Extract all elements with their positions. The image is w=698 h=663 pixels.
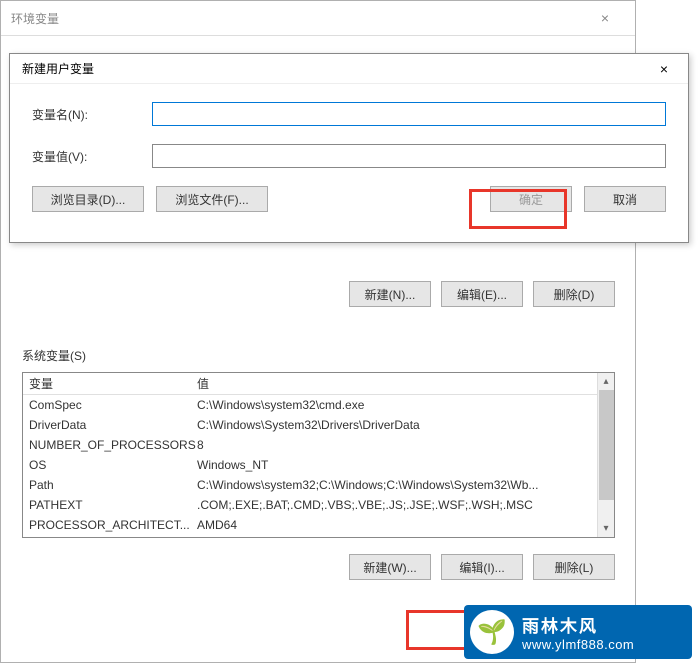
user-vars-buttons: 新建(N)... 编辑(E)... 删除(D) bbox=[22, 281, 615, 307]
var-value-input[interactable] bbox=[152, 144, 666, 168]
inner-titlebar: 新建用户变量 × bbox=[10, 54, 688, 84]
sys-edit-button[interactable]: 编辑(I)... bbox=[441, 554, 523, 580]
outer-title: 环境变量 bbox=[11, 10, 59, 27]
table-row[interactable]: ComSpecC:\Windows\system32\cmd.exe bbox=[23, 395, 597, 415]
system-vars-table: 变量 值 ComSpecC:\Windows\system32\cmd.exeD… bbox=[22, 372, 615, 538]
watermark-logo: 🌱 雨林木风 www.ylmf888.com bbox=[464, 605, 692, 659]
cell-val: C:\Windows\system32;C:\Windows;C:\Window… bbox=[191, 478, 597, 492]
table-row[interactable]: OSWindows_NT bbox=[23, 455, 597, 475]
cell-var: ComSpec bbox=[23, 398, 191, 412]
var-name-label: 变量名(N): bbox=[32, 106, 152, 123]
cell-val: .COM;.EXE;.BAT;.CMD;.VBS;.VBE;.JS;.JSE;.… bbox=[191, 498, 597, 512]
user-vars-section: 新建(N)... 编辑(E)... 删除(D) 系统变量(S) 变量 值 Com… bbox=[22, 249, 615, 580]
col-var-header[interactable]: 变量 bbox=[23, 373, 191, 394]
user-delete-button[interactable]: 删除(D) bbox=[533, 281, 615, 307]
browse-dir-button[interactable]: 浏览目录(D)... bbox=[32, 186, 144, 212]
close-icon[interactable]: × bbox=[644, 61, 684, 77]
cell-var: OS bbox=[23, 458, 191, 472]
sys-delete-button[interactable]: 删除(L) bbox=[533, 554, 615, 580]
var-value-label: 变量值(V): bbox=[32, 148, 152, 165]
sys-new-button[interactable]: 新建(W)... bbox=[349, 554, 431, 580]
cell-val: AMD64 bbox=[191, 518, 597, 532]
system-vars-label: 系统变量(S) bbox=[22, 347, 615, 364]
cell-val: Windows_NT bbox=[191, 458, 597, 472]
cell-var: Path bbox=[23, 478, 191, 492]
col-val-header[interactable]: 值 bbox=[191, 373, 597, 394]
cell-val: C:\Windows\system32\cmd.exe bbox=[191, 398, 597, 412]
new-user-var-dialog: 新建用户变量 × 变量名(N): 变量值(V): 浏览目录(D)... 浏览文件… bbox=[9, 53, 689, 243]
logo-cn-text: 雨林木风 bbox=[522, 612, 634, 637]
leaf-icon: 🌱 bbox=[470, 610, 514, 654]
table-row[interactable]: NUMBER_OF_PROCESSORS8 bbox=[23, 435, 597, 455]
inner-title: 新建用户变量 bbox=[22, 60, 94, 77]
cell-var: DriverData bbox=[23, 418, 191, 432]
table-row[interactable]: PROCESSOR_ARCHITECT...AMD64 bbox=[23, 515, 597, 535]
user-new-button[interactable]: 新建(N)... bbox=[349, 281, 431, 307]
cell-val: 8 bbox=[191, 438, 597, 452]
scroll-thumb[interactable] bbox=[599, 390, 614, 500]
browse-file-button[interactable]: 浏览文件(F)... bbox=[156, 186, 268, 212]
scroll-up-icon[interactable]: ▴ bbox=[598, 373, 614, 390]
scrollbar[interactable]: ▴ ▾ bbox=[597, 373, 614, 537]
cancel-button[interactable]: 取消 bbox=[584, 186, 666, 212]
cell-var: PATHEXT bbox=[23, 498, 191, 512]
close-icon[interactable]: × bbox=[585, 10, 625, 26]
outer-titlebar: 环境变量 × bbox=[1, 1, 635, 36]
cell-var: PROCESSOR_ARCHITECT... bbox=[23, 518, 191, 532]
scroll-down-icon[interactable]: ▾ bbox=[598, 520, 614, 537]
user-edit-button[interactable]: 编辑(E)... bbox=[441, 281, 523, 307]
ok-button[interactable]: 确定 bbox=[490, 186, 572, 212]
table-row[interactable]: PathC:\Windows\system32;C:\Windows;C:\Wi… bbox=[23, 475, 597, 495]
table-row[interactable]: DriverDataC:\Windows\System32\Drivers\Dr… bbox=[23, 415, 597, 435]
cell-var: NUMBER_OF_PROCESSORS bbox=[23, 438, 191, 452]
system-vars-buttons: 新建(W)... 编辑(I)... 删除(L) bbox=[22, 554, 615, 580]
table-header: 变量 值 bbox=[23, 373, 597, 395]
logo-url-text: www.ylmf888.com bbox=[522, 637, 634, 652]
var-name-input[interactable] bbox=[152, 102, 666, 126]
table-row[interactable]: PATHEXT.COM;.EXE;.BAT;.CMD;.VBS;.VBE;.JS… bbox=[23, 495, 597, 515]
cell-val: C:\Windows\System32\Drivers\DriverData bbox=[191, 418, 597, 432]
